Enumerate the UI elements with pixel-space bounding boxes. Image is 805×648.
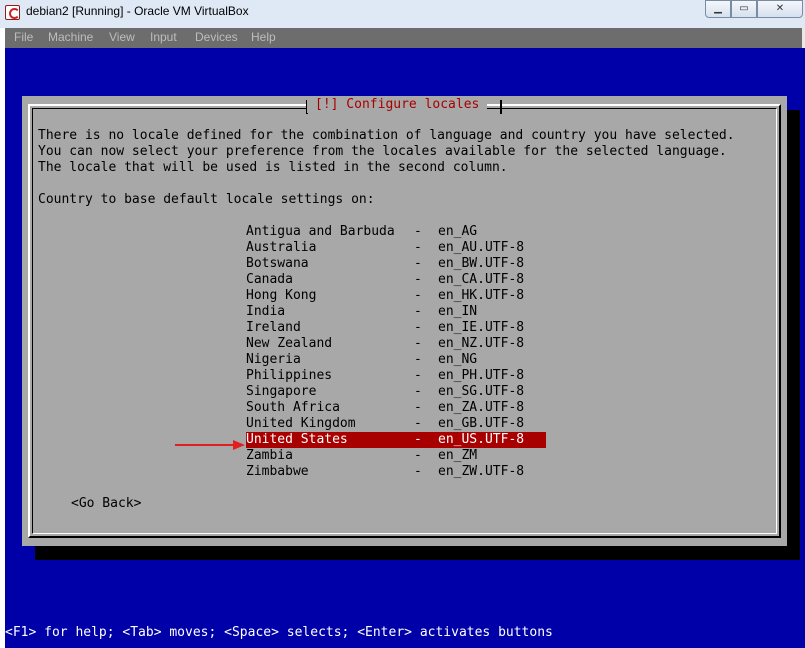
locale-code: en_ZM: [438, 448, 478, 463]
menu-help[interactable]: Help: [251, 30, 276, 44]
intro-text: There is no locale defined for the combi…: [38, 128, 735, 176]
menu-file[interactable]: File: [14, 30, 33, 44]
list-item[interactable]: Botswana - en_BW.UTF-8: [246, 256, 546, 272]
locale-code: en_AU.UTF-8: [438, 240, 525, 255]
locale-code: en_BW.UTF-8: [438, 256, 525, 271]
country-name: United Kingdom: [246, 416, 356, 431]
minimize-button[interactable]: ▁: [705, 0, 731, 18]
country-name: United States: [246, 432, 348, 447]
separator-dash: -: [414, 464, 422, 479]
menu-view[interactable]: View: [109, 30, 135, 44]
locale-code: en_US.UTF-8: [438, 432, 525, 447]
list-item[interactable]: Zambia - en_ZM: [246, 448, 546, 464]
separator-dash: -: [414, 256, 422, 271]
list-item[interactable]: Philippines - en_PH.UTF-8: [246, 368, 546, 384]
list-item[interactable]: United Kingdom - en_GB.UTF-8: [246, 416, 546, 432]
close-button[interactable]: ✕: [757, 0, 803, 18]
country-name: Canada: [246, 272, 293, 287]
intro-line-3: The locale that will be used is listed i…: [38, 160, 508, 175]
separator-dash: -: [414, 384, 422, 399]
list-item[interactable]: Canada - en_CA.UTF-8: [246, 272, 546, 288]
maximize-button[interactable]: ▭: [731, 0, 757, 18]
country-name: Nigeria: [246, 352, 301, 367]
country-name: Botswana: [246, 256, 309, 271]
list-item[interactable]: South Africa - en_ZA.UTF-8: [246, 400, 546, 416]
list-item[interactable]: United States - en_US.UTF-8: [246, 432, 546, 448]
configure-locales-dialog: [!] Configure locales There is no locale…: [22, 96, 787, 546]
menu-machine[interactable]: Machine: [48, 30, 93, 44]
country-name: Ireland: [246, 320, 301, 335]
locale-code: en_ZA.UTF-8: [438, 400, 525, 415]
list-item[interactable]: Hong Kong - en_HK.UTF-8: [246, 288, 546, 304]
locale-code: en_AG: [438, 224, 478, 239]
title-bracket-right: [500, 100, 502, 114]
country-name: Australia: [246, 240, 317, 255]
country-name: New Zealand: [246, 336, 333, 351]
locale-code: en_NG: [438, 352, 478, 367]
locale-code: en_IE.UTF-8: [438, 320, 525, 335]
separator-dash: -: [414, 416, 422, 431]
menu-bar: File Machine View Input Devices Help: [5, 28, 805, 48]
country-name: Zambia: [246, 448, 293, 463]
locale-code: en_IN: [438, 304, 478, 319]
country-locale-list[interactable]: Antigua and Barbuda - en_AG Australia - en_AU…: [246, 224, 546, 480]
separator-dash: -: [414, 224, 422, 239]
prompt-text: Country to base default locale settings …: [38, 192, 375, 207]
locale-code: en_CA.UTF-8: [438, 272, 525, 287]
help-line: <F1> for help; <Tab> moves; <Space> sele…: [5, 625, 553, 640]
vm-screen[interactable]: [!] Configure locales There is no locale…: [5, 48, 805, 648]
country-name: India: [246, 304, 286, 319]
country-name: South Africa: [246, 400, 340, 415]
locale-code: en_ZW.UTF-8: [438, 464, 525, 479]
separator-dash: -: [414, 320, 422, 335]
window-titlebar: debian2 [Running] - Oracle VM VirtualBox…: [0, 0, 805, 28]
list-item[interactable]: India - en_IN: [246, 304, 546, 320]
menu-input[interactable]: Input: [150, 30, 177, 44]
go-back-button[interactable]: <Go Back>: [71, 496, 141, 512]
menu-devices[interactable]: Devices: [195, 30, 238, 44]
separator-dash: -: [414, 432, 422, 447]
separator-dash: -: [414, 368, 422, 383]
locale-code: en_GB.UTF-8: [438, 416, 525, 431]
intro-line-1: There is no locale defined for the combi…: [38, 128, 735, 143]
separator-dash: -: [414, 272, 422, 287]
locale-code: en_HK.UTF-8: [438, 288, 525, 303]
locale-code: en_NZ.UTF-8: [438, 336, 525, 351]
virtualbox-app-icon: [5, 5, 20, 20]
country-name: Philippines: [246, 368, 333, 383]
list-item[interactable]: Zimbabwe - en_ZW.UTF-8: [246, 464, 546, 480]
country-name: Singapore: [246, 384, 317, 399]
list-item[interactable]: Antigua and Barbuda - en_AG: [246, 224, 546, 240]
separator-dash: -: [414, 304, 422, 319]
list-item[interactable]: Australia - en_AU.UTF-8: [246, 240, 546, 256]
separator-dash: -: [414, 400, 422, 415]
dialog-title: [!] Configure locales: [307, 97, 488, 113]
list-item[interactable]: Nigeria - en_NG: [246, 352, 546, 368]
window-title: debian2 [Running] - Oracle VM VirtualBox: [26, 4, 249, 18]
separator-dash: -: [414, 352, 422, 367]
separator-dash: -: [414, 240, 422, 255]
country-name: Antigua and Barbuda: [246, 224, 395, 239]
red-arrow-annotation: [175, 440, 245, 450]
locale-code: en_SG.UTF-8: [438, 384, 525, 399]
separator-dash: -: [414, 448, 422, 463]
separator-dash: -: [414, 288, 422, 303]
separator-dash: -: [414, 336, 422, 351]
list-item[interactable]: New Zealand - en_NZ.UTF-8: [246, 336, 546, 352]
intro-line-2: You can now select your preference from …: [38, 144, 727, 159]
list-item[interactable]: Ireland - en_IE.UTF-8: [246, 320, 546, 336]
locale-code: en_PH.UTF-8: [438, 368, 525, 383]
country-name: Hong Kong: [246, 288, 317, 303]
country-name: Zimbabwe: [246, 464, 309, 479]
list-item[interactable]: Singapore - en_SG.UTF-8: [246, 384, 546, 400]
